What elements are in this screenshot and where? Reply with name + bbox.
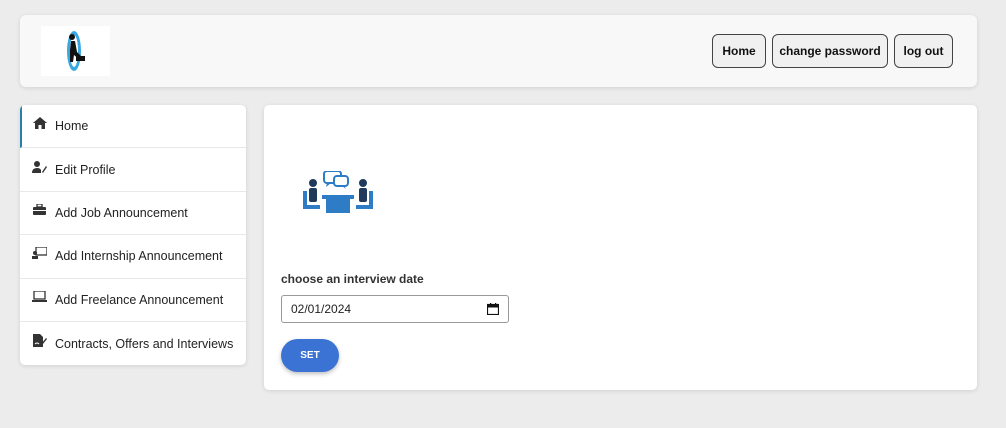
laptop-icon [32, 290, 47, 304]
home-icon [32, 116, 47, 130]
sidebar-item-label: Add Freelance Announcement [55, 292, 224, 307]
sidebar-item-add-job[interactable]: Add Job Announcement [20, 192, 246, 236]
main-panel: choose an interview date 02/01/2024 SET [264, 105, 977, 390]
sidebar-item-label: Edit Profile [55, 162, 116, 177]
person-portal-logo-icon [66, 31, 85, 71]
sidebar-item-home[interactable]: Home [20, 105, 246, 149]
sidebar-item-label: Home [55, 119, 89, 134]
sidebar-item-add-internship[interactable]: Add Internship Announcement [20, 235, 246, 279]
logout-button[interactable]: log out [894, 34, 953, 68]
sidebar-item-label: Add Internship Announcement [55, 249, 223, 264]
sidebar-item-contracts[interactable]: Contracts, Offers and Interviews [20, 322, 246, 365]
date-value: 02/01/2024 [291, 302, 352, 316]
calendar-icon[interactable] [486, 303, 500, 318]
sidebar-item-label: Contracts, Offers and Interviews [55, 336, 234, 351]
set-button[interactable]: SET [281, 339, 339, 372]
change-password-button[interactable]: change password [772, 34, 888, 68]
interview-meeting-icon [303, 171, 373, 213]
user-edit-icon [32, 160, 47, 174]
top-header: Home change password log out [20, 15, 977, 87]
chalkboard-teacher-icon [32, 246, 47, 260]
interview-date-input[interactable]: 02/01/2024 [281, 295, 509, 323]
logo[interactable] [41, 26, 110, 76]
sidebar: Home Edit Profile Add Job Announcement A… [20, 105, 246, 365]
home-button[interactable]: Home [712, 34, 766, 68]
sidebar-item-add-freelance[interactable]: Add Freelance Announcement [20, 279, 246, 322]
file-signature-icon [32, 334, 47, 348]
sidebar-item-label: Add Job Announcement [55, 205, 188, 220]
date-label: choose an interview date [281, 272, 424, 286]
briefcase-icon [32, 203, 47, 217]
sidebar-item-edit-profile[interactable]: Edit Profile [20, 148, 246, 192]
